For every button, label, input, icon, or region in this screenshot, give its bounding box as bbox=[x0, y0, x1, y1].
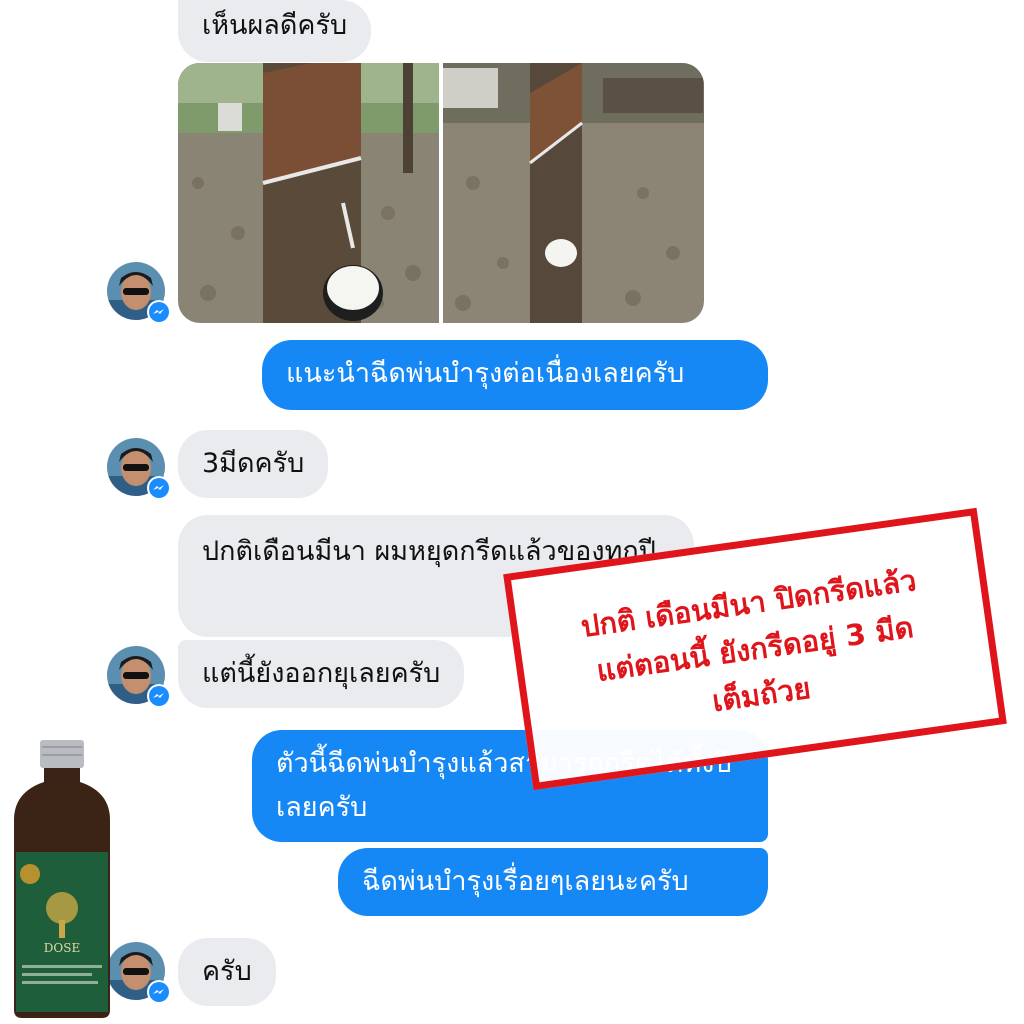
messenger-icon bbox=[147, 980, 171, 1004]
incoming-message[interactable]: 3มีดครับ bbox=[178, 430, 329, 498]
product-bottle-image: DOSE bbox=[14, 740, 110, 1018]
photo-attachments[interactable] bbox=[178, 63, 704, 323]
sender-avatar[interactable] bbox=[107, 942, 171, 1004]
outgoing-message[interactable]: แนะนำฉีดพ่นบำรุงต่อเนื่องเลยครับ bbox=[262, 340, 768, 410]
incoming-message[interactable]: เห็นผลดีครับ bbox=[178, 0, 372, 62]
incoming-message[interactable]: แต่นี้ยังออกยุเลยครับ bbox=[178, 640, 465, 708]
sender-avatar[interactable] bbox=[107, 262, 171, 324]
rubber-tree-photo-1[interactable] bbox=[178, 63, 439, 323]
messenger-icon bbox=[147, 476, 171, 500]
messenger-icon bbox=[147, 684, 171, 708]
sender-avatar[interactable] bbox=[107, 646, 171, 708]
incoming-message[interactable]: ครับ bbox=[178, 938, 276, 1006]
product-brand: DOSE bbox=[44, 941, 80, 955]
messenger-icon bbox=[147, 300, 171, 324]
outgoing-message[interactable]: ฉีดพ่นบำรุงเรื่อยๆเลยนะครับ bbox=[338, 848, 768, 916]
rubber-tree-photo-2[interactable] bbox=[443, 63, 704, 323]
sender-avatar[interactable] bbox=[107, 438, 171, 500]
